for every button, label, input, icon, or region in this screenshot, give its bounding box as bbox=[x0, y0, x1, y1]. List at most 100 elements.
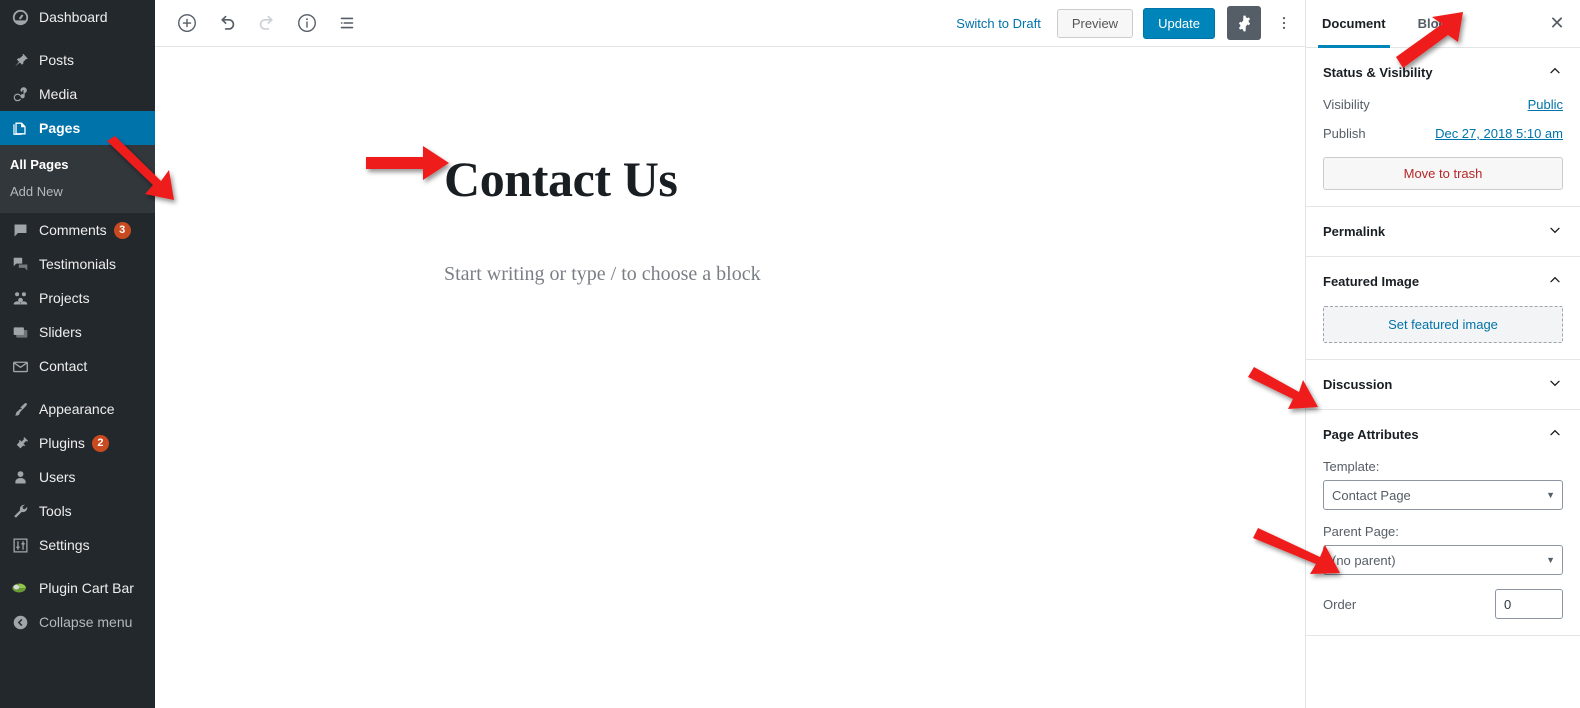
undo-icon[interactable] bbox=[209, 5, 245, 41]
sidebar-item-sliders[interactable]: Sliders bbox=[0, 315, 155, 349]
plugins-badge: 2 bbox=[91, 434, 109, 452]
editor-toolbar-left bbox=[155, 5, 365, 41]
sidebar-item-label: Posts bbox=[39, 52, 75, 68]
publish-label: Publish bbox=[1323, 126, 1366, 141]
sliders-settings-icon bbox=[10, 535, 30, 555]
sidebar-separator bbox=[0, 383, 155, 392]
template-select-value: Contact Page bbox=[1332, 487, 1411, 503]
sidebar-item-appearance[interactable]: Appearance bbox=[0, 392, 155, 426]
set-featured-image-button[interactable]: Set featured image bbox=[1323, 306, 1563, 343]
publish-value[interactable]: Dec 27, 2018 5:10 am bbox=[1435, 126, 1563, 141]
tab-block[interactable]: Block bbox=[1402, 0, 1469, 47]
panel-permalink: Permalink bbox=[1306, 207, 1580, 257]
order-label: Order bbox=[1323, 596, 1357, 612]
editor-toolbar: Switch to Draft Preview Update bbox=[155, 0, 1305, 47]
chevron-up-icon bbox=[1547, 272, 1563, 291]
page-title[interactable]: Contact Us bbox=[444, 151, 1144, 209]
info-icon[interactable] bbox=[289, 5, 325, 41]
submenu-item-all-pages[interactable]: All Pages bbox=[0, 151, 155, 178]
panel-featured-image: Featured Image Set featured image bbox=[1306, 257, 1580, 360]
panel-header-featured-image[interactable]: Featured Image bbox=[1306, 257, 1580, 306]
comments-badge: 3 bbox=[113, 221, 131, 239]
sidebar-item-settings[interactable]: Settings bbox=[0, 528, 155, 562]
admin-sidebar: Dashboard Posts Media Pages All Pages Ad… bbox=[0, 0, 163, 708]
sidebar-item-tools[interactable]: Tools bbox=[0, 494, 155, 528]
inspector-tabs: Document Block ✕ bbox=[1306, 0, 1580, 48]
sidebar-item-label: Plugins bbox=[39, 435, 85, 451]
sidebar-item-users[interactable]: Users bbox=[0, 460, 155, 494]
chevron-down-icon: ▼ bbox=[1546, 490, 1555, 500]
panel-header-permalink[interactable]: Permalink bbox=[1306, 207, 1580, 256]
panel-title: Discussion bbox=[1323, 377, 1393, 392]
chevron-up-icon bbox=[1547, 425, 1563, 444]
update-button[interactable]: Update bbox=[1143, 7, 1215, 39]
sidebar-item-label: Testimonials bbox=[39, 256, 117, 272]
sidebar-item-media[interactable]: Media bbox=[0, 77, 155, 111]
sidebar-item-label: Settings bbox=[39, 537, 90, 553]
switch-to-draft-link[interactable]: Switch to Draft bbox=[950, 12, 1047, 35]
sidebar-item-label: Contact bbox=[39, 358, 88, 374]
sliders-icon bbox=[10, 322, 30, 342]
panel-header-discussion[interactable]: Discussion bbox=[1306, 360, 1580, 409]
order-row: Order bbox=[1323, 589, 1563, 619]
sidebar-item-projects[interactable]: Projects bbox=[0, 281, 155, 315]
sidebar-item-label: Sliders bbox=[39, 324, 82, 340]
redo-icon bbox=[249, 5, 285, 41]
sidebar-item-label: Comments bbox=[39, 222, 107, 238]
order-input[interactable] bbox=[1495, 589, 1563, 619]
move-to-trash-button[interactable]: Move to trash bbox=[1323, 157, 1563, 190]
publish-row: Publish Dec 27, 2018 5:10 am bbox=[1323, 126, 1563, 141]
panel-header-page-attributes[interactable]: Page Attributes bbox=[1306, 410, 1580, 459]
panel-page-attributes: Page Attributes Template: Contact Page ▼… bbox=[1306, 410, 1580, 636]
parent-page-select-value: (no parent) bbox=[1332, 552, 1396, 568]
editor-toolbar-right: Switch to Draft Preview Update bbox=[950, 6, 1305, 40]
dashboard-icon bbox=[10, 7, 30, 27]
testimonials-icon bbox=[10, 254, 30, 274]
panel-header-status-visibility[interactable]: Status & Visibility bbox=[1306, 48, 1580, 97]
chevron-down-icon bbox=[1547, 222, 1563, 241]
parent-page-label: Parent Page: bbox=[1323, 524, 1399, 539]
sidebar-separator bbox=[0, 562, 155, 571]
sidebar-item-label: Plugin Cart Bar bbox=[39, 580, 134, 596]
sidebar-item-posts[interactable]: Posts bbox=[0, 43, 155, 77]
tab-document[interactable]: Document bbox=[1306, 0, 1402, 48]
sidebar-item-label: Users bbox=[39, 469, 76, 485]
add-block-icon[interactable] bbox=[169, 5, 205, 41]
sidebar-item-pages[interactable]: Pages bbox=[0, 111, 163, 145]
document-inspector-panel: Document Block ✕ Status & Visibility Vis… bbox=[1305, 0, 1580, 708]
cart-bar-icon bbox=[10, 578, 30, 598]
wordpress-block-editor: Dashboard Posts Media Pages All Pages Ad… bbox=[0, 0, 1580, 708]
gear-icon[interactable] bbox=[1227, 6, 1261, 40]
visibility-value[interactable]: Public bbox=[1528, 97, 1563, 112]
pages-icon bbox=[10, 118, 30, 138]
chevron-down-icon bbox=[1547, 375, 1563, 394]
collapse-icon bbox=[10, 612, 30, 632]
sidebar-item-contact[interactable]: Contact bbox=[0, 349, 155, 383]
sidebar-item-plugins[interactable]: Plugins 2 bbox=[0, 426, 155, 460]
sidebar-item-label: Appearance bbox=[39, 401, 115, 417]
close-icon[interactable]: ✕ bbox=[1534, 0, 1580, 47]
template-select[interactable]: Contact Page ▼ bbox=[1323, 480, 1563, 510]
envelope-icon bbox=[10, 356, 30, 376]
editor-canvas[interactable]: Contact Us Start writing or type / to ch… bbox=[155, 47, 1305, 708]
sidebar-item-comments[interactable]: Comments 3 bbox=[0, 213, 155, 247]
panel-title: Status & Visibility bbox=[1323, 65, 1433, 80]
brush-icon bbox=[10, 399, 30, 419]
parent-page-select[interactable]: (no parent) ▼ bbox=[1323, 545, 1563, 575]
kebab-menu-icon[interactable] bbox=[1271, 6, 1297, 40]
wrench-icon bbox=[10, 501, 30, 521]
preview-button[interactable]: Preview bbox=[1056, 8, 1134, 38]
editor-region: Switch to Draft Preview Update Contact U… bbox=[155, 0, 1305, 708]
sidebar-item-plugin-cart-bar[interactable]: Plugin Cart Bar bbox=[0, 571, 155, 605]
chevron-up-icon bbox=[1547, 63, 1563, 82]
block-navigation-icon[interactable] bbox=[329, 5, 365, 41]
panel-body-page-attributes: Template: Contact Page ▼ Parent Page: (n… bbox=[1306, 459, 1580, 635]
sidebar-item-collapse-menu[interactable]: Collapse menu bbox=[0, 605, 155, 639]
block-placeholder[interactable]: Start writing or type / to choose a bloc… bbox=[444, 263, 1144, 286]
sidebar-item-testimonials[interactable]: Testimonials bbox=[0, 247, 155, 281]
sidebar-item-label: Collapse menu bbox=[39, 614, 133, 630]
panel-status-visibility: Status & Visibility Visibility Public Pu… bbox=[1306, 48, 1580, 207]
sidebar-item-dashboard[interactable]: Dashboard bbox=[0, 0, 155, 34]
submenu-item-add-new[interactable]: Add New bbox=[0, 178, 155, 205]
panel-title: Page Attributes bbox=[1323, 427, 1419, 442]
